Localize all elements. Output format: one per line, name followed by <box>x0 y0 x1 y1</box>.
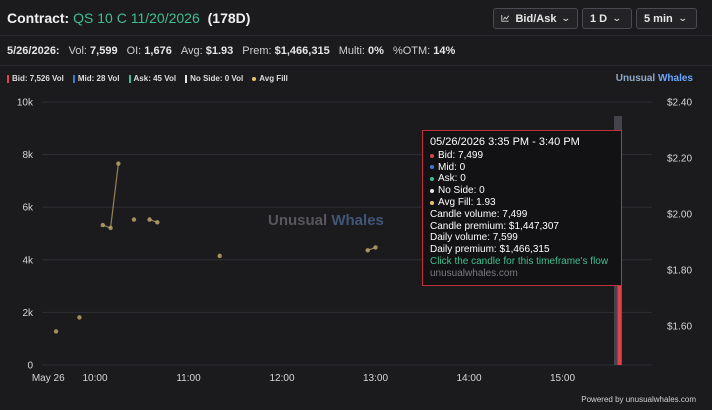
avg-fill-point <box>100 222 105 228</box>
avg-fill-line <box>109 163 119 228</box>
y-left-tick-label: 8k <box>22 150 34 161</box>
tooltip-title: 05/26/2026 3:35 PM - 3:40 PM <box>430 136 580 148</box>
y-left-tick-label: 10k <box>17 98 34 109</box>
tooltip-daily-volume: Daily volume: 7,599 <box>430 232 518 244</box>
avg-fill-point <box>147 217 152 222</box>
x-tick-label: 10:00 <box>82 373 107 384</box>
candle-tooltip: 05/26/2026 3:35 PM - 3:40 PM Bid: 7,499 … <box>422 130 622 286</box>
y-left-tick-label: 6k <box>22 203 34 214</box>
tooltip-daily-premium: Daily premium: $1,466,315 <box>430 244 550 256</box>
x-tick-label: 13:00 <box>363 373 388 384</box>
y-right-tick-label: $2.40 <box>667 98 692 109</box>
tooltip-no-side: No Side: 0 <box>430 185 614 197</box>
tooltip-avg-fill: Avg Fill: 1.93 <box>430 197 614 209</box>
powered-by-footer[interactable]: Powered by unusualwhales.com <box>581 395 696 404</box>
y-right-tick-label: $1.60 <box>667 321 692 332</box>
x-tick-label: 14:00 <box>456 373 481 384</box>
y-right-tick-label: $2.20 <box>667 153 692 164</box>
tooltip-flow-link[interactable]: Click the candle for this timeframe's fl… <box>430 256 614 268</box>
avg-fill-point <box>217 253 222 259</box>
x-tick-label: May 26 <box>32 373 65 384</box>
chart-watermark: Unusual Whales <box>268 212 384 229</box>
tooltip-source: unusualwhales.com <box>430 267 518 279</box>
avg-fill-points <box>53 161 378 334</box>
avg-fill-point <box>77 315 82 320</box>
y-left-tick-label: 0 <box>27 361 33 372</box>
avg-fill-point <box>116 161 121 166</box>
tooltip-ask: Ask: 0 <box>430 173 614 185</box>
tooltip-candle-volume: Candle volume: 7,499 <box>430 208 528 220</box>
avg-fill-point <box>155 220 160 225</box>
tooltip-mid: Mid: 0 <box>430 162 614 174</box>
x-tick-label: 12:00 <box>269 373 294 384</box>
tooltip-bid: Bid: 7,499 <box>430 150 614 162</box>
avg-fill-point <box>131 217 137 222</box>
avg-fill-point <box>373 245 378 250</box>
avg-fill-point <box>365 248 370 253</box>
avg-fill-point <box>53 329 59 334</box>
x-tick-label: 15:00 <box>550 373 575 384</box>
avg-fill-point <box>108 225 113 231</box>
y-left-tick-label: 4k <box>22 255 34 266</box>
x-tick-label: 11:00 <box>176 373 201 384</box>
y-right-tick-label: $1.80 <box>667 265 692 276</box>
tooltip-candle-premium: Candle premium: $1,447,307 <box>430 220 559 232</box>
y-left-tick-label: 2k <box>22 308 34 319</box>
y-right-tick-label: $2.00 <box>667 209 692 220</box>
